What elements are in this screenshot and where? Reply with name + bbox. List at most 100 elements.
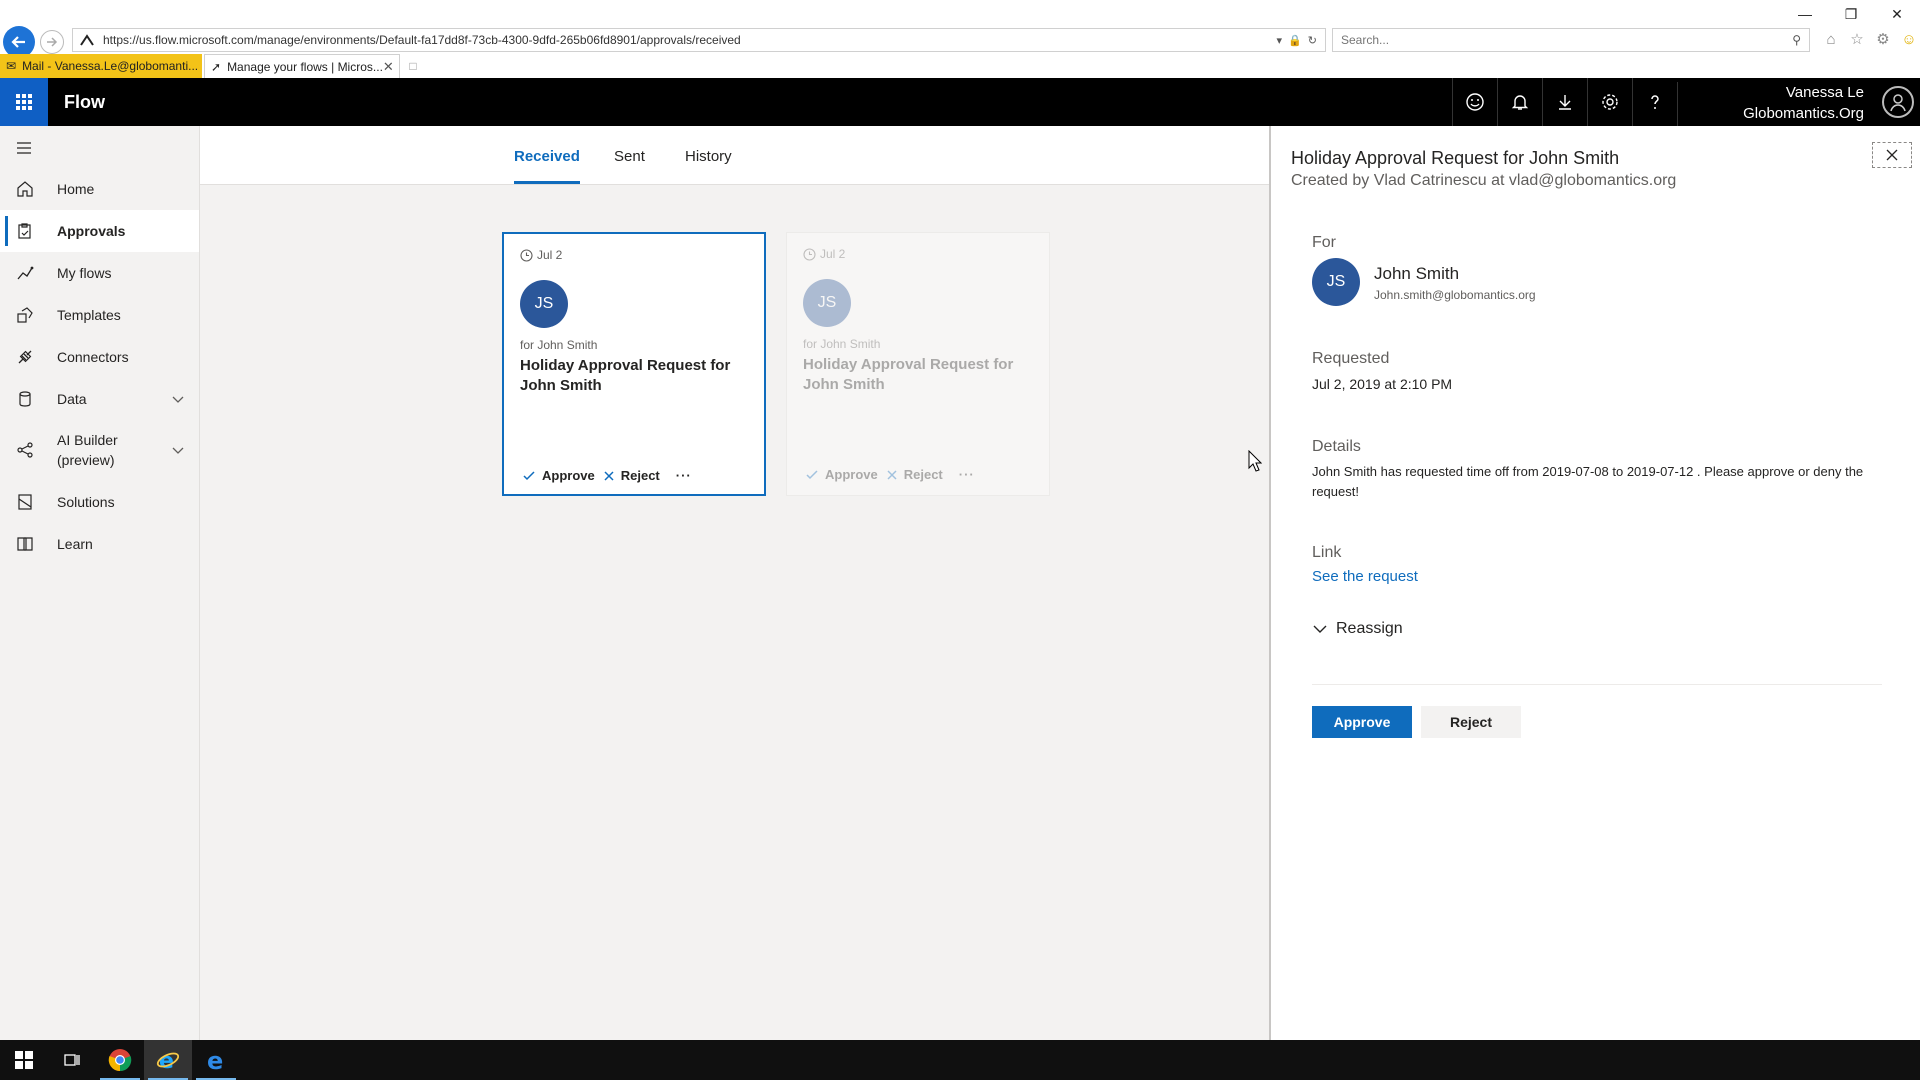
approvals-tabs: Received Sent History <box>200 126 1269 185</box>
card-approve-button[interactable]: Approve <box>805 467 878 482</box>
restore-button[interactable]: ❐ <box>1828 0 1874 28</box>
more-options-button[interactable]: ··· <box>676 468 692 483</box>
new-tab-button[interactable]: □ <box>402 54 424 78</box>
see-request-link[interactable]: See the request <box>1312 568 1418 585</box>
nav-item-learn[interactable]: Learn <box>0 523 199 565</box>
card-reject-button[interactable]: Reject <box>603 468 660 483</box>
settings-button[interactable] <box>1587 78 1632 126</box>
svg-text:e: e <box>207 1048 223 1072</box>
home-icon <box>17 181 33 197</box>
flows-icon <box>17 266 34 280</box>
tab-close-icon[interactable]: ✕ <box>383 59 394 75</box>
nav-item-solutions[interactable]: Solutions <box>0 481 199 523</box>
taskbar-edge[interactable]: e <box>192 1040 240 1080</box>
chevron-down-icon[interactable] <box>171 392 185 406</box>
approval-card[interactable]: Jul 2 JS for John Smith Holiday Approval… <box>502 232 766 496</box>
card-date: Jul 2 <box>537 248 563 262</box>
chevron-down-icon <box>1313 625 1327 633</box>
lock-icon[interactable]: 🔒 <box>1288 34 1302 47</box>
card-title: Holiday Approval Request for John Smith <box>520 357 731 394</box>
question-icon <box>1651 95 1659 109</box>
person-icon <box>1890 94 1906 112</box>
card-for: for John Smith <box>803 337 881 351</box>
notifications-button[interactable] <box>1497 78 1542 126</box>
taskbar-chrome[interactable] <box>96 1040 144 1080</box>
start-button[interactable] <box>0 1040 48 1080</box>
x-icon <box>604 470 614 481</box>
favorites-star-icon[interactable]: ☆ <box>1848 30 1866 48</box>
browser-search-input[interactable] <box>1341 33 1785 47</box>
nav-item-home[interactable]: Home <box>0 168 199 210</box>
tools-gear-icon[interactable]: ⚙ <box>1874 30 1892 48</box>
nav-item-connectors[interactable]: Connectors <box>0 336 199 378</box>
nav-item-approvals[interactable]: Approvals <box>0 210 199 252</box>
address-bar-row: https://us.flow.microsoft.com/manage/env… <box>0 26 1920 58</box>
avatar: JS <box>520 280 568 328</box>
approve-button[interactable]: Approve <box>1312 706 1412 738</box>
card-date: Jul 2 <box>820 247 846 261</box>
hamburger-icon <box>17 142 31 154</box>
requested-label: Requested <box>1312 350 1390 367</box>
divider <box>1312 684 1882 685</box>
tab-history[interactable]: History <box>685 148 732 184</box>
requester-email: John.smith@globomantics.org <box>1374 288 1536 302</box>
app-launcher-button[interactable] <box>0 78 48 126</box>
chevron-down-icon[interactable] <box>171 443 185 457</box>
reassign-toggle[interactable]: Reassign <box>1312 620 1403 638</box>
user-avatar[interactable] <box>1882 86 1914 118</box>
detail-title: Holiday Approval Request for John Smith <box>1291 148 1620 168</box>
refresh-icon[interactable]: ↻ <box>1308 34 1317 47</box>
browser-search-box[interactable]: ⚲ <box>1332 28 1810 52</box>
task-view-button[interactable] <box>48 1040 96 1080</box>
tab-received[interactable]: Received <box>514 148 580 184</box>
approval-card[interactable]: Jul 2 JS for John Smith Holiday Approval… <box>786 232 1050 496</box>
reject-button[interactable]: Reject <box>1421 706 1521 738</box>
nav-item-data[interactable]: Data <box>0 378 199 420</box>
taskbar-internet-explorer[interactable]: e <box>144 1040 192 1080</box>
data-icon <box>19 391 31 407</box>
gear-icon <box>1602 94 1618 110</box>
window-controls: — ❐ ✕ <box>1782 0 1920 28</box>
nav-item-templates[interactable]: Templates <box>0 294 199 336</box>
requested-value: Jul 2, 2019 at 2:10 PM <box>1312 376 1453 392</box>
taskbar: e e <box>0 1040 1920 1080</box>
close-panel-button[interactable] <box>1872 142 1912 168</box>
download-button[interactable] <box>1542 78 1587 126</box>
learn-icon <box>17 537 33 551</box>
close-window-button[interactable]: ✕ <box>1874 0 1920 28</box>
card-reject-button[interactable]: Reject <box>886 467 943 482</box>
arrow-right-icon <box>47 37 58 47</box>
search-icon[interactable]: ⚲ <box>1784 33 1809 47</box>
solutions-icon <box>18 494 32 510</box>
link-label: Link <box>1312 544 1342 561</box>
forward-button[interactable] <box>40 30 64 54</box>
minimize-button[interactable]: — <box>1782 0 1828 28</box>
feedback-button[interactable] <box>1452 78 1497 126</box>
help-button[interactable] <box>1632 78 1677 126</box>
edge-icon: e <box>207 1048 223 1072</box>
card-title: Holiday Approval Request for John Smith <box>803 356 1014 393</box>
browser-tabs: ✉ Mail - Vanessa.Le@globomanti... ➚ Mana… <box>0 54 1920 78</box>
collapse-nav-button[interactable] <box>14 138 34 158</box>
more-options-button[interactable]: ··· <box>959 467 975 482</box>
tab-mail[interactable]: ✉ Mail - Vanessa.Le@globomanti... <box>0 54 202 78</box>
app-name[interactable]: Flow <box>64 92 105 113</box>
app-header: Flow Vanessa Le Globomantics.Org (Upgrad… <box>0 78 1920 145</box>
close-icon <box>1886 149 1898 161</box>
cursor-arrow-icon <box>1248 450 1262 472</box>
nav-item-ai-builder[interactable]: AI Builder (preview) <box>0 420 199 480</box>
card-approve-button[interactable]: Approve <box>522 468 595 483</box>
avatar: JS <box>803 279 851 327</box>
smiley-icon[interactable]: ☺ <box>1900 30 1918 48</box>
arrow-left-icon <box>11 36 25 48</box>
nav-item-my-flows[interactable]: My flows <box>0 252 199 294</box>
home-browser-icon[interactable]: ⌂ <box>1822 30 1840 48</box>
left-nav: Home Approvals My flows Templates Connec… <box>0 126 200 1040</box>
address-bar[interactable]: https://us.flow.microsoft.com/manage/env… <box>72 28 1326 52</box>
tab-flow[interactable]: ➚ Manage your flows | Micros... ✕ <box>204 54 400 78</box>
waffle-icon <box>16 94 32 110</box>
user-name: Vanessa Le <box>1785 84 1864 101</box>
avatar: JS <box>1312 258 1360 306</box>
dropdown-icon[interactable]: ▾ <box>1277 34 1283 47</box>
tab-sent[interactable]: Sent <box>614 148 645 184</box>
